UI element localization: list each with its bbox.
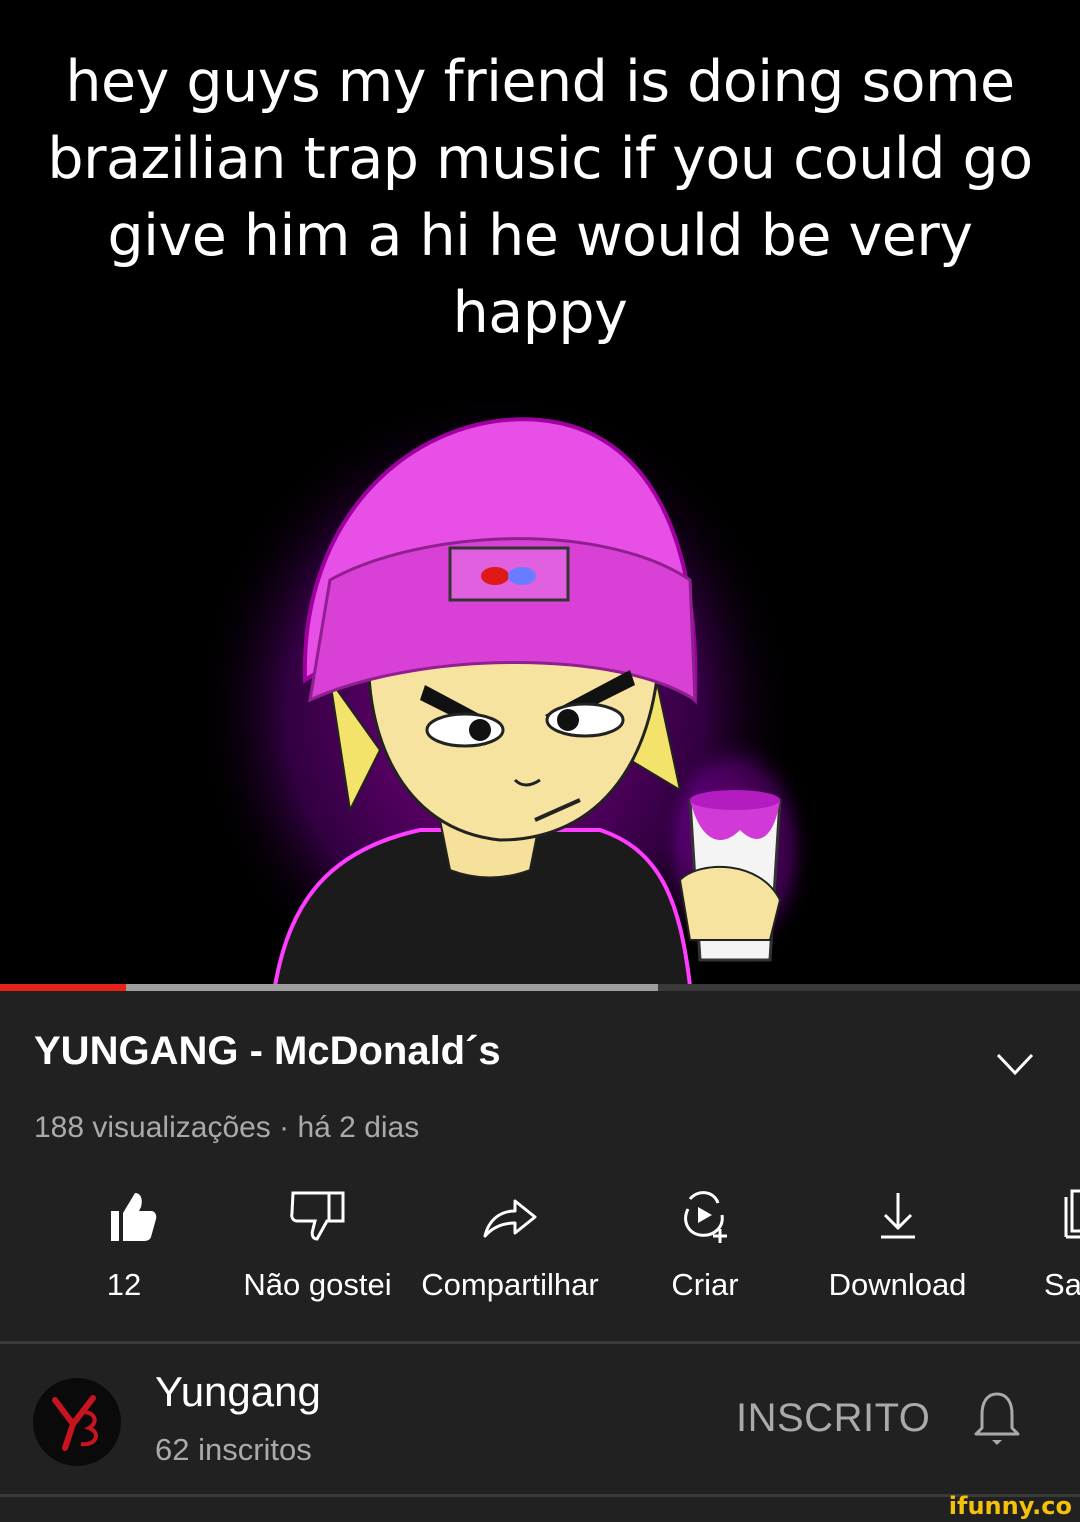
divider [0,1494,1080,1497]
subscriber-count: 62 inscritos [155,1432,312,1467]
save-button[interactable]: Sa [1040,1181,1080,1311]
video-progress-bar[interactable] [0,984,1080,991]
download-icon [880,1193,915,1239]
share-icon [483,1199,537,1238]
like-icon [111,1193,157,1241]
create-icon [684,1191,727,1243]
meme-caption-area: hey guys my friend is doing some brazili… [0,0,1080,400]
avatar[interactable] [33,1378,121,1466]
video-info-panel: YUNGANG - McDonald´s 188 visualizações ·… [0,991,1080,1522]
channel-logo [52,1395,98,1451]
video-player[interactable] [0,380,1080,986]
create-button[interactable]: Criar [655,1181,755,1311]
save-icon [1064,1189,1080,1239]
channel-name[interactable]: Yungang [155,1368,321,1416]
dislike-button[interactable]: Não gostei [225,1181,410,1311]
progress-played [0,984,127,991]
like-count: 12 [106,1267,142,1302]
create-label: Criar [671,1267,739,1302]
action-bar: 12 Não gostei Compartilhar Criar Downloa… [0,1181,1080,1321]
bell-icon[interactable] [970,1388,1024,1448]
share-button[interactable]: Compartilhar [410,1181,610,1311]
share-label: Compartilhar [421,1267,599,1302]
save-label: Sa [1044,1267,1080,1302]
video-thumbnail-illustration [195,390,815,986]
subscribed-button[interactable]: INSCRITO [736,1396,930,1441]
video-meta: 188 visualizações · há 2 dias [34,1111,420,1144]
video-title[interactable]: YUNGANG - McDonald´s [34,1029,501,1074]
like-button[interactable]: 12 [74,1181,174,1311]
dislike-label: Não gostei [243,1267,392,1302]
chevron-down-icon[interactable] [990,1043,1040,1083]
meme-caption: hey guys my friend is doing some brazili… [47,49,1033,346]
dislike-icon [289,1191,344,1241]
download-button[interactable]: Download [815,1181,980,1311]
divider [0,1341,1080,1344]
watermark: ifunny.co [948,1492,1072,1520]
download-label: Download [828,1267,967,1302]
channel-row[interactable]: Yungang 62 inscritos INSCRITO [0,1346,1080,1496]
